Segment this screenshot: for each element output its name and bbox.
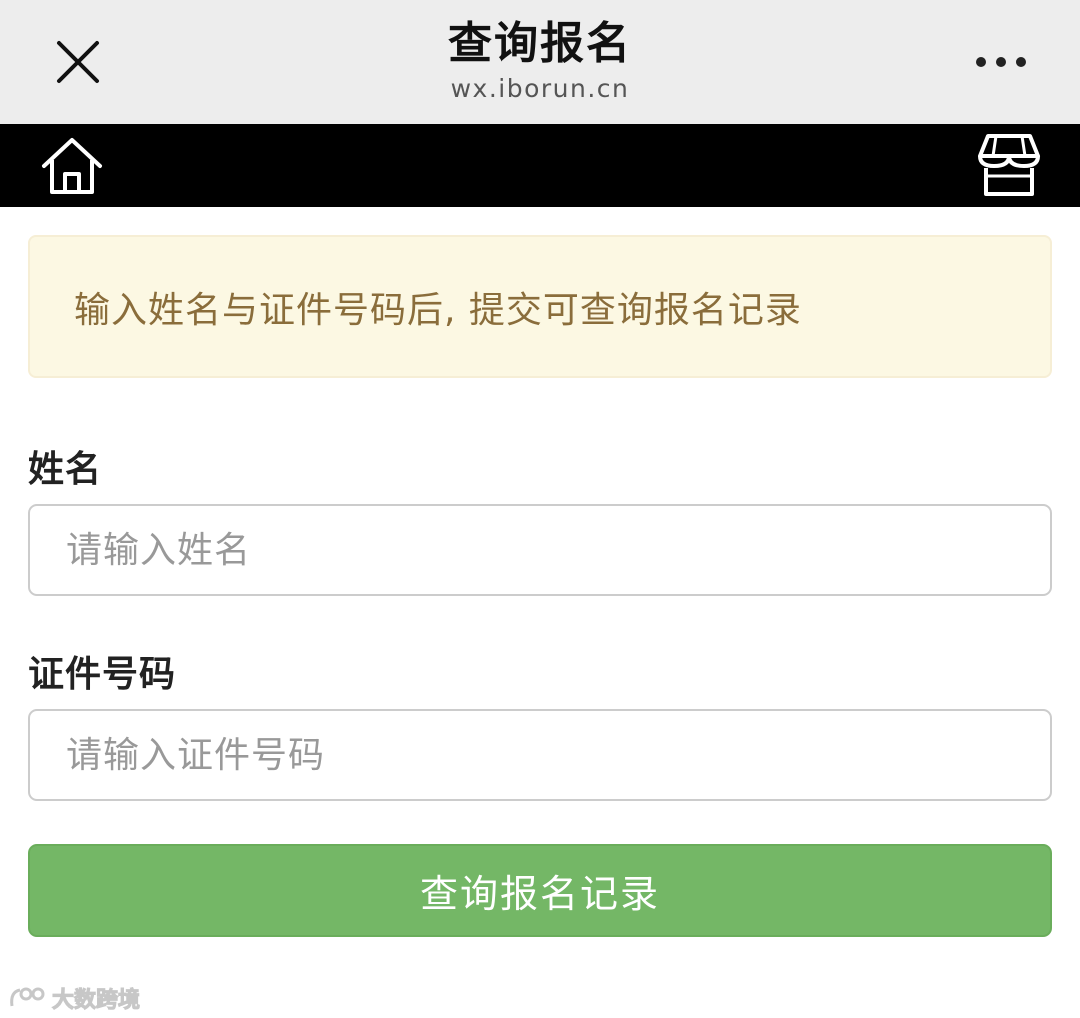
title-bar: 查询报名 wx.iborun.cn [0, 0, 1080, 124]
home-button[interactable] [38, 132, 106, 200]
name-input[interactable] [28, 504, 1052, 596]
info-notice: 输入姓名与证件号码后, 提交可查询报名记录 [28, 235, 1052, 378]
watermark-text: 大数跨境 [51, 988, 141, 1014]
id-number-input[interactable] [28, 709, 1052, 801]
watermark-logo-icon [10, 987, 45, 1007]
page-title: 查询报名 [448, 18, 632, 69]
store-button[interactable] [974, 130, 1044, 200]
more-button[interactable] [966, 40, 1036, 84]
more-horizontal-icon [976, 57, 1026, 67]
watermark: 大数跨境 [8, 982, 141, 1014]
query-registration-button[interactable]: 查询报名记录 [28, 844, 1052, 937]
name-label: 姓名 [28, 449, 103, 490]
store-icon [978, 134, 1040, 196]
notice-text: 输入姓名与证件号码后, 提交可查询报名记录 [74, 289, 802, 331]
home-icon [42, 138, 102, 194]
id-number-label: 证件号码 [28, 654, 177, 695]
query-registration-button-label: 查询报名记录 [419, 872, 660, 916]
page-domain: wx.iborun.cn [450, 74, 630, 103]
title-block: 查询报名 wx.iborun.cn [0, 14, 1080, 104]
nav-bar [0, 124, 1080, 207]
